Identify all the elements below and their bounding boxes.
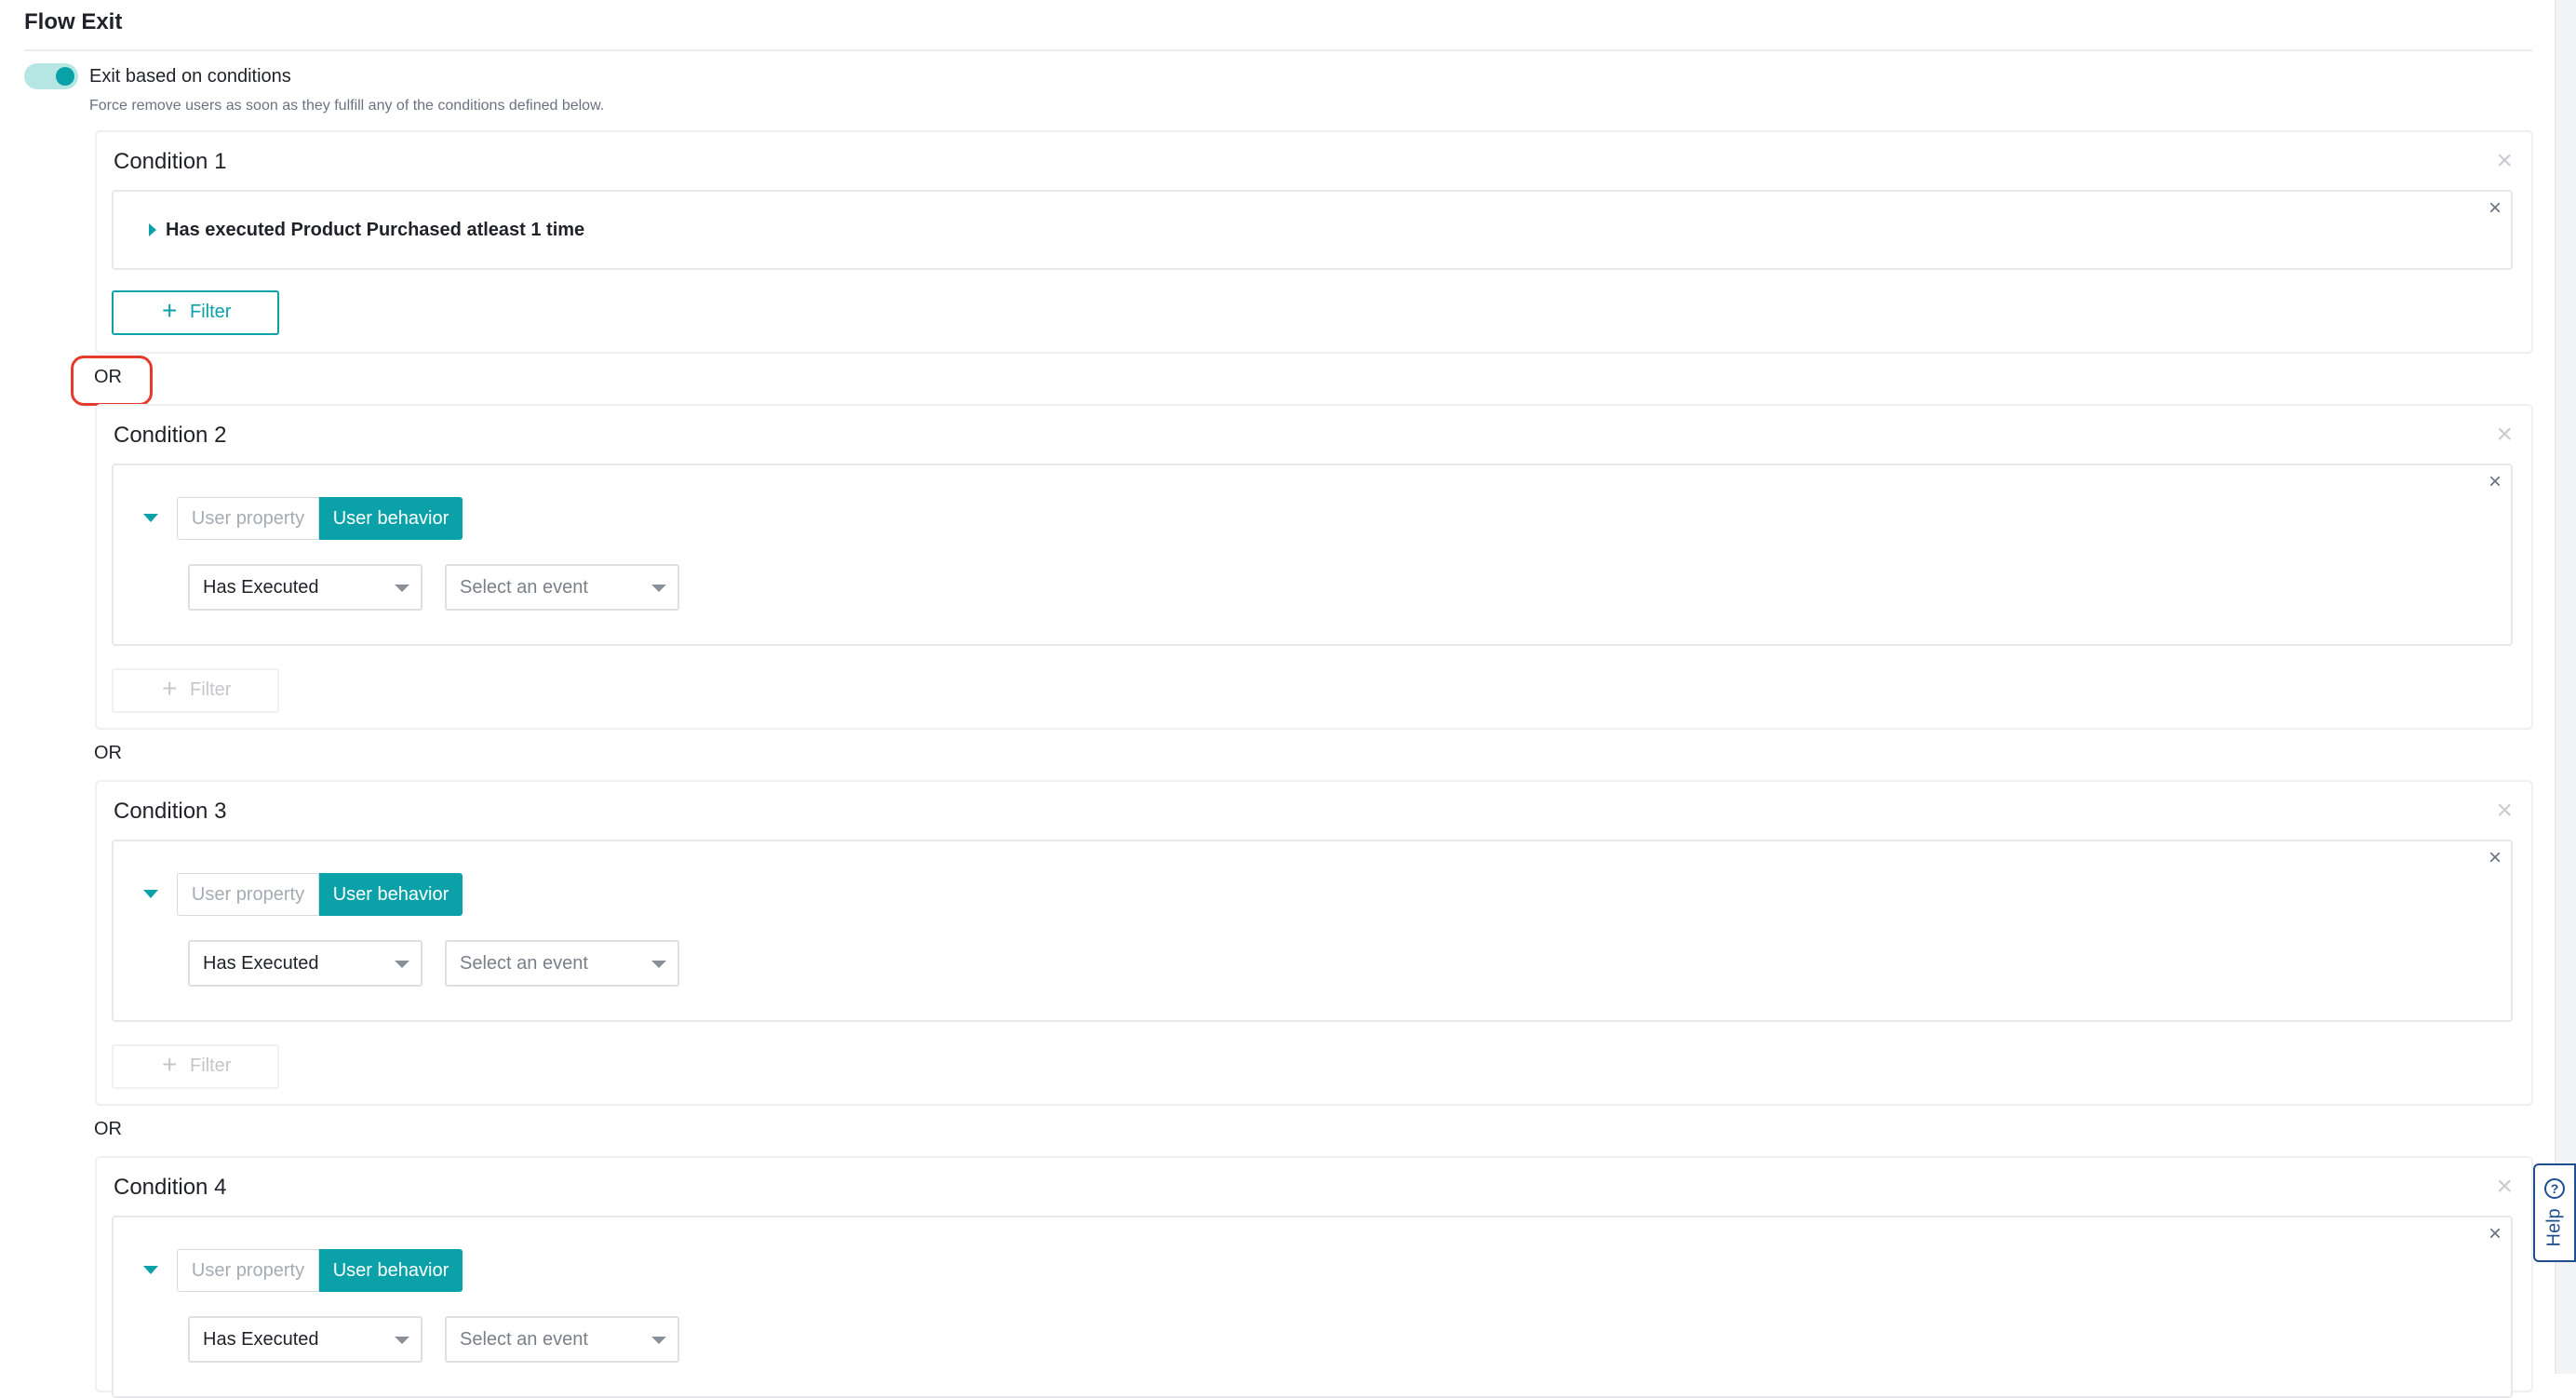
chevron-down-icon [395, 1337, 409, 1344]
help-label: Help [2543, 1208, 2565, 1247]
event-select[interactable]: Select an event [445, 940, 679, 987]
condition-title: Condition 2 [114, 423, 227, 448]
tab-user-behavior[interactable]: User behavior [319, 873, 463, 916]
remove-rule-icon[interactable]: × [2489, 469, 2502, 495]
collapse-caret-icon[interactable] [143, 1266, 158, 1274]
question-circle-icon: ? [2544, 1178, 2565, 1199]
filter-label: Filter [190, 1055, 232, 1076]
remove-condition-icon[interactable]: × [2496, 797, 2513, 825]
operator-value: Has Executed [203, 1329, 319, 1350]
rule-type-tabs: User property User behavior [177, 873, 463, 916]
event-select[interactable]: Select an event [445, 564, 679, 611]
chevron-down-icon [651, 961, 666, 968]
or-separator: OR [94, 743, 122, 763]
add-filter-button[interactable]: + Filter [112, 290, 279, 335]
condition-title: Condition 1 [114, 149, 227, 174]
remove-condition-icon[interactable]: × [2496, 1173, 2513, 1201]
event-select[interactable]: Select an event [445, 1316, 679, 1363]
condition-title: Condition 3 [114, 799, 227, 824]
tab-user-property[interactable]: User property [177, 873, 319, 916]
toggle-label: Exit based on conditions [89, 66, 291, 87]
exit-conditions-toggle[interactable] [24, 63, 78, 89]
tab-user-property[interactable]: User property [177, 497, 319, 540]
tab-user-behavior[interactable]: User behavior [319, 1249, 463, 1292]
tab-user-property[interactable]: User property [177, 1249, 319, 1292]
condition-title: Condition 4 [114, 1175, 227, 1200]
tab-user-behavior[interactable]: User behavior [319, 497, 463, 540]
operator-select[interactable]: Has Executed [188, 564, 423, 611]
toggle-description: Force remove users as soon as they fulfi… [89, 98, 605, 114]
add-filter-button[interactable]: + Filter [112, 668, 279, 713]
condition-card-1: Condition 1 × Has executed Product Purch… [95, 130, 2533, 354]
remove-condition-icon[interactable]: × [2496, 421, 2513, 449]
or-separator: OR [94, 1119, 122, 1139]
condition-rule-box: User property User behavior Has Executed… [112, 1216, 2513, 1398]
event-placeholder: Select an event [460, 953, 588, 974]
condition-summary: Has executed Product Purchased atleast 1… [166, 220, 585, 240]
title-divider [24, 49, 2532, 51]
operator-select[interactable]: Has Executed [188, 1316, 423, 1363]
chevron-down-icon [651, 1337, 666, 1344]
event-placeholder: Select an event [460, 577, 588, 598]
remove-rule-icon[interactable]: × [2489, 195, 2502, 222]
collapse-caret-icon[interactable] [143, 890, 158, 898]
add-filter-button[interactable]: + Filter [112, 1044, 279, 1089]
chevron-down-icon [395, 961, 409, 968]
condition-rule-box: User property User behavior Has Executed… [112, 840, 2513, 1022]
collapse-caret-icon[interactable] [143, 514, 158, 522]
event-placeholder: Select an event [460, 1329, 588, 1350]
remove-condition-icon[interactable]: × [2496, 147, 2513, 175]
chevron-down-icon [395, 585, 409, 592]
remove-rule-icon[interactable]: × [2489, 845, 2502, 871]
operator-value: Has Executed [203, 577, 319, 598]
condition-rule-box: Has executed Product Purchased atleast 1… [112, 190, 2513, 270]
rule-type-tabs: User property User behavior [177, 497, 463, 540]
toggle-knob [56, 67, 74, 86]
plus-icon: + [162, 296, 178, 325]
condition-card-3: Condition 3 × User property User behavio… [95, 780, 2533, 1106]
filter-label: Filter [190, 302, 232, 322]
remove-rule-icon[interactable]: × [2489, 1221, 2502, 1247]
operator-select[interactable]: Has Executed [188, 940, 423, 987]
chevron-down-icon [651, 585, 666, 592]
condition-rule-box: User property User behavior Has Executed… [112, 464, 2513, 646]
rule-type-tabs: User property User behavior [177, 1249, 463, 1292]
plus-icon: + [162, 674, 178, 703]
page-title: Flow Exit [24, 9, 123, 34]
operator-value: Has Executed [203, 953, 319, 974]
or-separator: OR [94, 367, 122, 387]
expand-caret-icon[interactable] [149, 223, 156, 236]
condition-card-2: Condition 2 × User property User behavio… [95, 404, 2533, 730]
condition-card-4: Condition 4 × User property User behavio… [95, 1156, 2533, 1398]
flow-exit-panel: Flow Exit Exit based on conditions Force… [0, 0, 2555, 1398]
help-tab[interactable]: ? Help [2533, 1163, 2576, 1262]
plus-icon: + [162, 1050, 178, 1079]
filter-label: Filter [190, 679, 232, 700]
